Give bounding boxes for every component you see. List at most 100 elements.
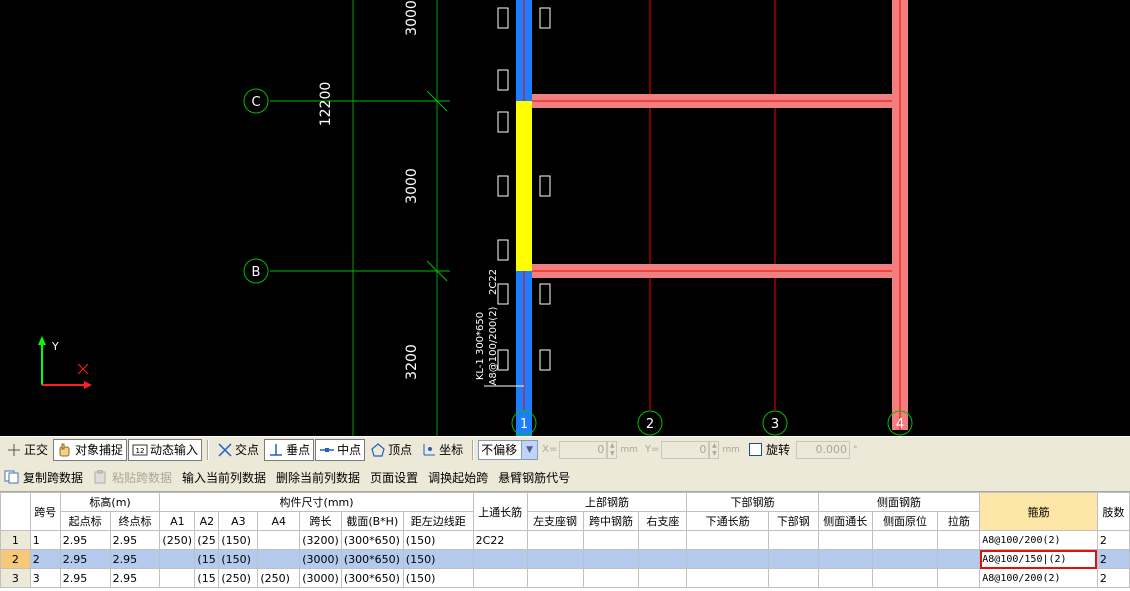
cell-left-support[interactable] (526, 530, 584, 550)
cell-edge-distance[interactable]: (150) (402, 549, 474, 569)
header-stirrup[interactable]: 箍筋 (979, 492, 1098, 531)
cell-legs[interactable]: 2 (1096, 530, 1130, 550)
cell-side-through[interactable] (817, 530, 873, 550)
cell-elev-start[interactable]: 2.95 (59, 549, 111, 569)
cell-a4[interactable]: (250) (257, 568, 301, 588)
cad-drawing-canvas[interactable]: C B 1 2 3 4 3000 3000 12200 3200 2C22 KL… (0, 0, 1130, 436)
midpoint-snap[interactable]: 中点 (315, 438, 366, 461)
cell-bottom-through[interactable] (686, 549, 769, 569)
cell-elev-end[interactable]: 2.95 (109, 568, 161, 588)
coordinate-snap[interactable]: 坐标 (417, 439, 467, 461)
y-offset-input[interactable]: 0 (661, 440, 710, 459)
cell-a2[interactable]: (15 (194, 568, 220, 588)
cell-elev-start[interactable]: 2.95 (59, 530, 111, 550)
cell-tie[interactable] (937, 568, 981, 588)
cell-edge-distance[interactable]: (150) (402, 530, 474, 550)
cell-elev-end[interactable]: 2.95 (109, 530, 161, 550)
cell-a1[interactable]: (250) (159, 530, 196, 550)
cell-right-support[interactable] (638, 568, 688, 588)
cell-tie[interactable] (937, 549, 981, 569)
row-number[interactable]: 3 (0, 568, 31, 588)
copy-span-label: 复制跨数据 (23, 470, 84, 485)
cell-mid-span[interactable] (582, 549, 640, 569)
cell-side-through[interactable] (817, 549, 873, 569)
cell-top-through[interactable]: 2C22 (472, 530, 528, 550)
cell-bottom-bar[interactable] (767, 530, 819, 550)
cell-mid-span[interactable] (582, 568, 640, 588)
cell-a4[interactable] (257, 549, 301, 569)
delete-column-button[interactable]: 删除当前列数据 (276, 469, 360, 486)
input-column-button[interactable]: 输入当前列数据 (182, 469, 266, 486)
perpendicular-snap[interactable]: 垂点 (264, 438, 315, 461)
cell-bottom-bar[interactable] (767, 549, 819, 569)
cell-bottom-through[interactable] (686, 530, 769, 550)
cell-section[interactable]: (300*650) (340, 549, 404, 569)
page-setup-button[interactable]: 页面设置 (370, 469, 418, 486)
cell-span-length[interactable]: (3200) (299, 530, 342, 550)
cell-a4[interactable] (257, 530, 301, 550)
chevron-down-icon[interactable]: ▼ (521, 440, 538, 459)
cell-a1[interactable] (159, 549, 196, 569)
cell-span-length[interactable]: (3000) (299, 549, 342, 569)
cell-mid-span[interactable] (582, 530, 640, 550)
intersection-snap[interactable]: 交点 (213, 439, 263, 461)
cell-a3[interactable]: (250) (218, 568, 259, 588)
cell-side-original[interactable] (871, 568, 939, 588)
cell-a2[interactable]: (25 (194, 530, 220, 550)
swap-start-span-button[interactable]: 调换起始跨 (428, 469, 488, 486)
cell-side-through[interactable] (817, 568, 873, 588)
drawing-svg[interactable]: C B 1 2 3 4 3000 3000 12200 3200 2C22 KL… (0, 0, 1130, 436)
cell-span-length[interactable]: (3000) (299, 568, 342, 588)
cell-tie[interactable] (937, 530, 981, 550)
cell-left-support[interactable] (526, 568, 584, 588)
cell-section[interactable]: (300*650) (340, 568, 404, 588)
copy-span-button[interactable]: 复制跨数据 (4, 469, 83, 486)
cell-a2[interactable]: (15 (194, 549, 220, 569)
cell-legs[interactable]: 2 (1096, 549, 1130, 569)
rotate-angle-input[interactable]: 0.000 (795, 440, 850, 459)
y-offset-spinner[interactable]: ▲ ▼ (709, 440, 720, 459)
cell-span[interactable]: 3 (29, 568, 61, 588)
rotate-checkbox[interactable] (748, 443, 762, 456)
cell-a3[interactable]: (150) (218, 530, 259, 550)
cell-section[interactable]: (300*650) (340, 530, 404, 550)
cell-side-original[interactable] (871, 530, 939, 550)
cell-elev-start[interactable]: 2.95 (59, 568, 111, 588)
cell-top-through[interactable] (472, 549, 528, 569)
header-span-no: 跨号 (29, 492, 61, 531)
cell-bottom-bar[interactable] (767, 568, 819, 588)
cell-stirrup[interactable]: A8@100/200(2) (979, 568, 1098, 588)
x-offset-input[interactable]: 0 (559, 440, 608, 459)
input-column-label: 输入当前列数据 (182, 470, 267, 485)
cell-elev-end[interactable]: 2.95 (109, 549, 161, 569)
dynamic-input-toggle[interactable]: 12 动态输入 (128, 438, 203, 461)
table-row[interactable]: 3 3 2.95 2.95 (15 (250) (250) (3000) (30… (0, 568, 1130, 588)
cell-edge-distance[interactable]: (150) (402, 568, 474, 588)
header-top-through: 上通长筋 (472, 492, 528, 531)
cell-top-through[interactable] (472, 568, 528, 588)
cell-right-support[interactable] (638, 549, 688, 569)
cantilever-rebar-button[interactable]: 悬臂钢筋代号 (498, 469, 570, 486)
cell-left-support[interactable] (526, 549, 584, 569)
cell-stirrup[interactable]: A8@100/200(2) (979, 530, 1098, 550)
row-number[interactable]: 2 (0, 549, 31, 569)
table-row[interactable]: 1 1 2.95 2.95 (250) (25 (150) (3200) (30… (0, 530, 1130, 550)
cell-a3[interactable]: (150) (218, 549, 259, 569)
cell-bottom-through[interactable] (686, 568, 769, 588)
cell-a1[interactable] (159, 568, 196, 588)
offset-mode-select[interactable]: 不偏移 ▼ (478, 439, 539, 460)
cell-stirrup-editing[interactable]: A8@100/150|(2) (979, 549, 1098, 569)
ortho-toggle[interactable]: 正交 (2, 439, 52, 461)
vertex-snap[interactable]: 顶点 (366, 439, 416, 461)
paste-span-button[interactable]: 粘贴跨数据 (93, 469, 172, 486)
cell-side-original[interactable] (871, 549, 939, 569)
object-snap-toggle[interactable]: 对象捕捉 (53, 438, 128, 461)
cell-span[interactable]: 1 (29, 530, 61, 550)
span-data-grid[interactable]: 跨号 标高(m) 构件尺寸(mm) 上通长筋 上部钢筋 下部钢筋 侧面钢筋 箍筋… (0, 491, 1130, 591)
cell-legs[interactable]: 2 (1096, 568, 1130, 588)
table-row-selected[interactable]: 2 2 2.95 2.95 (15 (150) (3000) (300*650)… (0, 549, 1130, 569)
cell-span[interactable]: 2 (29, 549, 61, 569)
row-number[interactable]: 1 (0, 530, 31, 550)
x-offset-spinner[interactable]: ▲ ▼ (607, 440, 618, 459)
cell-right-support[interactable] (638, 530, 688, 550)
